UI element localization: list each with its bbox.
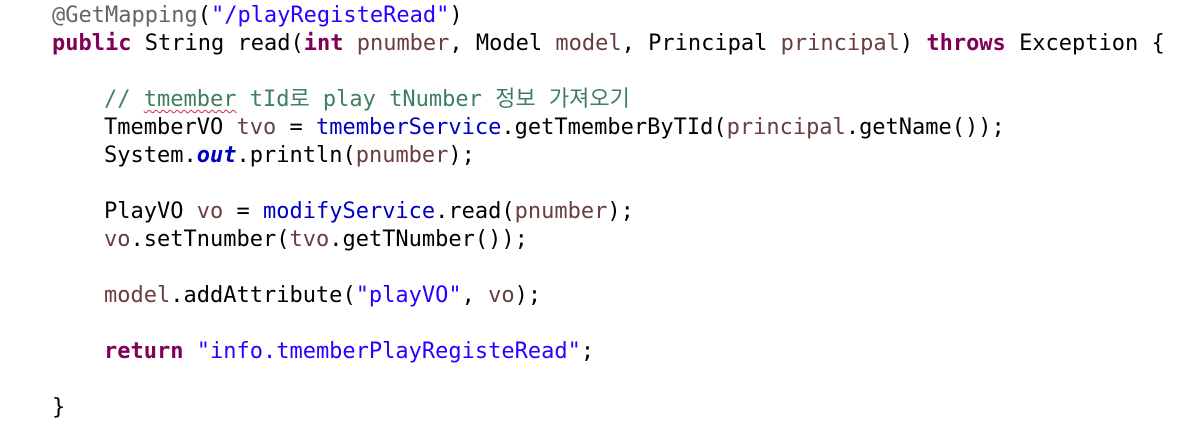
field-modifyservice: modifyService	[262, 199, 436, 224]
type-system: System	[104, 143, 184, 168]
type-exception: Exception	[1019, 31, 1139, 56]
var-tvo-2: tvo	[289, 227, 330, 252]
call-get-tmember: getTmemberByTId	[514, 115, 714, 140]
code-line-settnumber[interactable]: vo.setTnumber(tvo.getTNumber());	[52, 226, 528, 254]
call-println: println	[249, 143, 343, 168]
call-gettnumber: getTNumber	[342, 227, 475, 252]
var-pnumber: pnumber	[355, 143, 449, 168]
annotation: @GetMapping	[52, 3, 198, 28]
brace-close: }	[52, 395, 66, 420]
keyword-return: return	[104, 339, 184, 364]
call-addattribute: addAttribute	[183, 283, 343, 308]
field-tmemberservice: tmemberService	[315, 115, 502, 140]
string-playvo: "playVO"	[355, 283, 462, 308]
call-getname: getName	[859, 115, 952, 140]
mapping-path-string: "/playRegisteRead"	[210, 3, 450, 28]
var-tvo: tvo	[236, 115, 277, 140]
type-tmembervo: TmemberVO	[104, 115, 224, 140]
type-model: Model	[475, 31, 543, 56]
var-vo-3: vo	[488, 283, 515, 308]
code-line-return[interactable]: return "info.tmemberPlayRegisteRead";	[52, 338, 594, 366]
field-out: out	[196, 143, 237, 168]
brace-open: {	[1151, 31, 1165, 56]
comment-prefix: //	[104, 87, 144, 112]
type-string: String	[144, 31, 225, 56]
var-model: model	[104, 283, 171, 308]
call-settnumber: setTnumber	[143, 227, 277, 252]
call-read: read	[448, 199, 502, 224]
param-pnumber: pnumber	[356, 31, 450, 56]
param-principal: principal	[780, 31, 900, 56]
param-model: model	[555, 31, 622, 56]
var-principal: principal	[726, 115, 846, 140]
var-vo-2: vo	[104, 227, 131, 252]
keyword-public: public	[52, 31, 132, 56]
code-line-addattribute[interactable]: model.addAttribute("playVO", vo);	[52, 282, 541, 310]
string-view-name: "info.tmemberPlayRegisteRead"	[196, 339, 581, 364]
code-line-tvo[interactable]: TmemberVO tvo = tmemberService.getTmembe…	[52, 114, 1005, 142]
keyword-int: int	[303, 31, 344, 56]
comment-misspelled-word: tmember	[143, 87, 237, 112]
code-editor[interactable]: @GetMapping("/playRegisteRead") public S…	[0, 0, 1188, 427]
method-name: read	[237, 31, 291, 56]
comment-text: tId로 play tNumber 정보 가져오기	[236, 87, 630, 112]
code-line-comment[interactable]: // tmember tId로 play tNumber 정보 가져오기	[52, 86, 630, 114]
code-line-close[interactable]: }	[52, 394, 65, 422]
code-line-println[interactable]: System.out.println(pnumber);	[52, 142, 475, 170]
code-line-vo[interactable]: PlayVO vo = modifyService.read(pnumber);	[52, 198, 634, 226]
type-principal: Principal	[648, 31, 768, 56]
var-vo: vo	[196, 199, 224, 224]
code-line-1[interactable]: @GetMapping("/playRegisteRead")	[52, 2, 463, 30]
keyword-throws: throws	[926, 31, 1006, 56]
var-pnumber-2: pnumber	[514, 199, 608, 224]
code-line-2[interactable]: public String read(int pnumber, Model mo…	[52, 30, 1165, 58]
type-playvo: PlayVO	[104, 199, 184, 224]
